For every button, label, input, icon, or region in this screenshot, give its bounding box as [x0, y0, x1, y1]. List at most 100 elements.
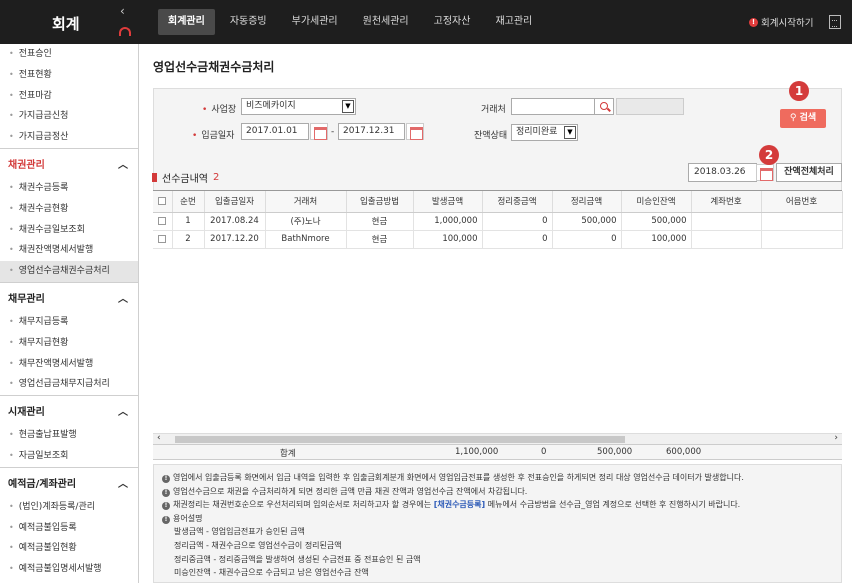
- cell-bill-no: [761, 230, 843, 249]
- sidebar-group-label: 시재관리: [8, 407, 45, 419]
- calendar-icon[interactable]: [756, 164, 774, 181]
- calendar-icon[interactable]: [310, 123, 328, 140]
- scroll-left-icon[interactable]: ‹: [157, 433, 161, 443]
- sidebar-item-collection-status[interactable]: 채권수금현황: [0, 199, 138, 220]
- sidebar-item-payment-status[interactable]: 채무지급현황: [0, 333, 138, 354]
- search-icon[interactable]: [594, 98, 614, 115]
- cell-settled-amount: 0: [552, 230, 622, 249]
- menu-auto-evidence[interactable]: 자동증빙: [220, 9, 277, 35]
- sidebar-item-deposit-entry[interactable]: 예적금불입등록: [0, 518, 138, 539]
- sidebar-item-advance-settle[interactable]: 가지급금정산: [0, 127, 138, 148]
- scrollbar-thumb[interactable]: [175, 436, 625, 443]
- note-line: ! 용어설명: [162, 512, 835, 526]
- info-icon: !: [162, 475, 170, 483]
- base-date-input[interactable]: 2018.03.26: [688, 163, 757, 182]
- menu-withholding-tax[interactable]: 원천세관리: [353, 9, 419, 35]
- sidebar-group-label: 채권관리: [8, 159, 45, 171]
- cell-unapproved-balance: 100,000: [621, 230, 692, 249]
- table-row[interactable]: 1 2017.08.24 (주)노나 현금 1,000,000 0 500,00…: [153, 212, 843, 231]
- collection-entry-link[interactable]: [채권수금등록]: [434, 500, 485, 509]
- sidebar-item-deposit-statement[interactable]: 예적금불입명세서발행: [0, 559, 138, 580]
- column-header: 순번: [172, 191, 205, 213]
- column-header: 미승인잔액: [621, 191, 692, 213]
- column-header: 거래처: [265, 191, 347, 213]
- sidebar-item-advance-receipt[interactable]: 영업선수금채권수금처리: [0, 261, 138, 282]
- row-checkbox[interactable]: [153, 212, 173, 231]
- chevron-up-icon: ︿: [118, 293, 128, 305]
- calendar-icon[interactable]: [406, 123, 424, 140]
- date-to-input[interactable]: 2017.12.31: [338, 123, 405, 140]
- partner-label: 거래처: [481, 105, 506, 115]
- select-all-checkbox[interactable]: [153, 191, 173, 213]
- cell-partner: BathNmore: [265, 230, 347, 249]
- main-menu: 회계관리 자동증빙 부가세관리 원천세관리 고정자산 재고관리: [158, 9, 547, 35]
- menu-fixed-assets[interactable]: 고정자산: [424, 9, 481, 35]
- note-line: ! 영업에서 입출금등록 화면에서 입금 내역을 입력한 후 입출금회계분개 화면…: [162, 471, 835, 485]
- headset-icon[interactable]: [119, 27, 131, 36]
- row-checkbox[interactable]: [153, 230, 173, 249]
- sidebar-item-payable-balance[interactable]: 채무잔액명세서발행: [0, 354, 138, 375]
- balance-status-label: 잔액상태: [474, 131, 508, 141]
- total-label: 합계: [280, 449, 296, 459]
- help-notes: ! 영업에서 입출금등록 화면에서 입금 내역을 입력한 후 입출금회계분개 화면…: [153, 464, 842, 583]
- total-pending: 0: [541, 447, 547, 457]
- cell-seq: 1: [172, 212, 205, 231]
- cell-settled-amount: 500,000: [552, 212, 622, 231]
- menu-accounting[interactable]: 회계관리: [158, 9, 215, 35]
- chevron-down-icon: ▼: [342, 100, 354, 113]
- sidebar-item-receivable-balance[interactable]: 채권잔액명세서발행: [0, 240, 138, 261]
- note-line: ! 영업선수금으로 채권을 수금처리하게 되면 정리한 금액 만큼 채권 잔액과 …: [162, 485, 835, 499]
- sidebar-group-cash[interactable]: 시재관리 ︿: [0, 395, 138, 425]
- cell-date: 2017.12.20: [204, 230, 266, 249]
- cell-account-no: [691, 230, 762, 249]
- sidebar-item-advance-request[interactable]: 가지급금신청: [0, 106, 138, 127]
- sidebar-item-collection-daily[interactable]: 채권수금일보조회: [0, 220, 138, 241]
- start-guide-label: 회계시작하기: [761, 18, 814, 29]
- column-header: 입출금일자: [204, 191, 266, 213]
- balance-status-value: 정리미완료: [516, 127, 558, 137]
- total-occurred: 1,100,000: [455, 447, 499, 457]
- table-row[interactable]: 2 2017.12.20 BathNmore 현금 100,000 0 0 10…: [153, 230, 843, 249]
- sidebar-item-voucher-close[interactable]: 전표마감: [0, 86, 138, 107]
- menu-inventory[interactable]: 재고관리: [485, 9, 542, 35]
- sidebar-item-voucher-approval[interactable]: 전표승인: [0, 44, 138, 65]
- search-button[interactable]: ⚲ 검색: [780, 109, 826, 128]
- column-header: 정리금액: [552, 191, 622, 213]
- glossary-line: 정리금액 - 채권수금으로 영업선수금이 정리된금액: [174, 540, 342, 550]
- business-select[interactable]: 비즈메카이지 ▼: [241, 98, 356, 115]
- cell-occurred-amount: 1,000,000: [413, 212, 483, 231]
- scroll-right-icon[interactable]: ›: [834, 433, 838, 443]
- start-guide-link[interactable]: ! 회계시작하기: [749, 15, 813, 29]
- cell-account-no: [691, 212, 762, 231]
- sidebar-group-receivables[interactable]: 채권관리 ︿: [0, 147, 138, 178]
- sidebar-group-payables[interactable]: 채무관리 ︿: [0, 281, 138, 312]
- balance-status-select[interactable]: 정리미완료 ▼: [511, 124, 578, 141]
- sidebar-item-voucher-status[interactable]: 전표현황: [0, 65, 138, 86]
- app-logo[interactable]: 회계: [0, 0, 138, 44]
- sidebar-item-advance-payment[interactable]: 영업선급금채무지급처리: [0, 374, 138, 395]
- sidebar-collapse-icon[interactable]: ‹: [120, 5, 125, 17]
- cell-date: 2017.08.24: [204, 212, 266, 231]
- business-label: • 사업장: [202, 105, 237, 115]
- step-badge-2: 2: [759, 145, 779, 165]
- menu-vat[interactable]: 부가세관리: [282, 9, 348, 35]
- sidebar-group-label: 예적금/계좌관리: [8, 478, 77, 490]
- cell-partner: (주)노나: [265, 212, 347, 231]
- sidebar-group-deposits[interactable]: 예적금/계좌관리 ︿: [0, 466, 138, 497]
- step-badge-1: 1: [789, 81, 809, 101]
- sidebar-item-daily-funds[interactable]: 자금일보조회: [0, 446, 138, 467]
- column-header: 발생금액: [413, 191, 483, 213]
- total-unapproved: 600,000: [666, 447, 702, 457]
- business-select-value: 비즈메카이지: [246, 101, 296, 111]
- process-all-balance-button[interactable]: 잔액전체처리: [776, 163, 842, 182]
- calculator-icon[interactable]: [829, 15, 841, 29]
- horizontal-scrollbar[interactable]: ‹ ›: [153, 433, 842, 444]
- chevron-up-icon: ︿: [118, 478, 128, 490]
- column-header: 정리중금액: [482, 191, 553, 213]
- section-count: 2: [213, 172, 220, 183]
- sidebar-item-deposit-status[interactable]: 예적금불입현황: [0, 538, 138, 559]
- date-from-input[interactable]: 2017.01.01: [241, 123, 309, 140]
- partner-name-display: [616, 98, 684, 115]
- section-marker-icon: [152, 173, 157, 182]
- partner-input[interactable]: [511, 98, 595, 115]
